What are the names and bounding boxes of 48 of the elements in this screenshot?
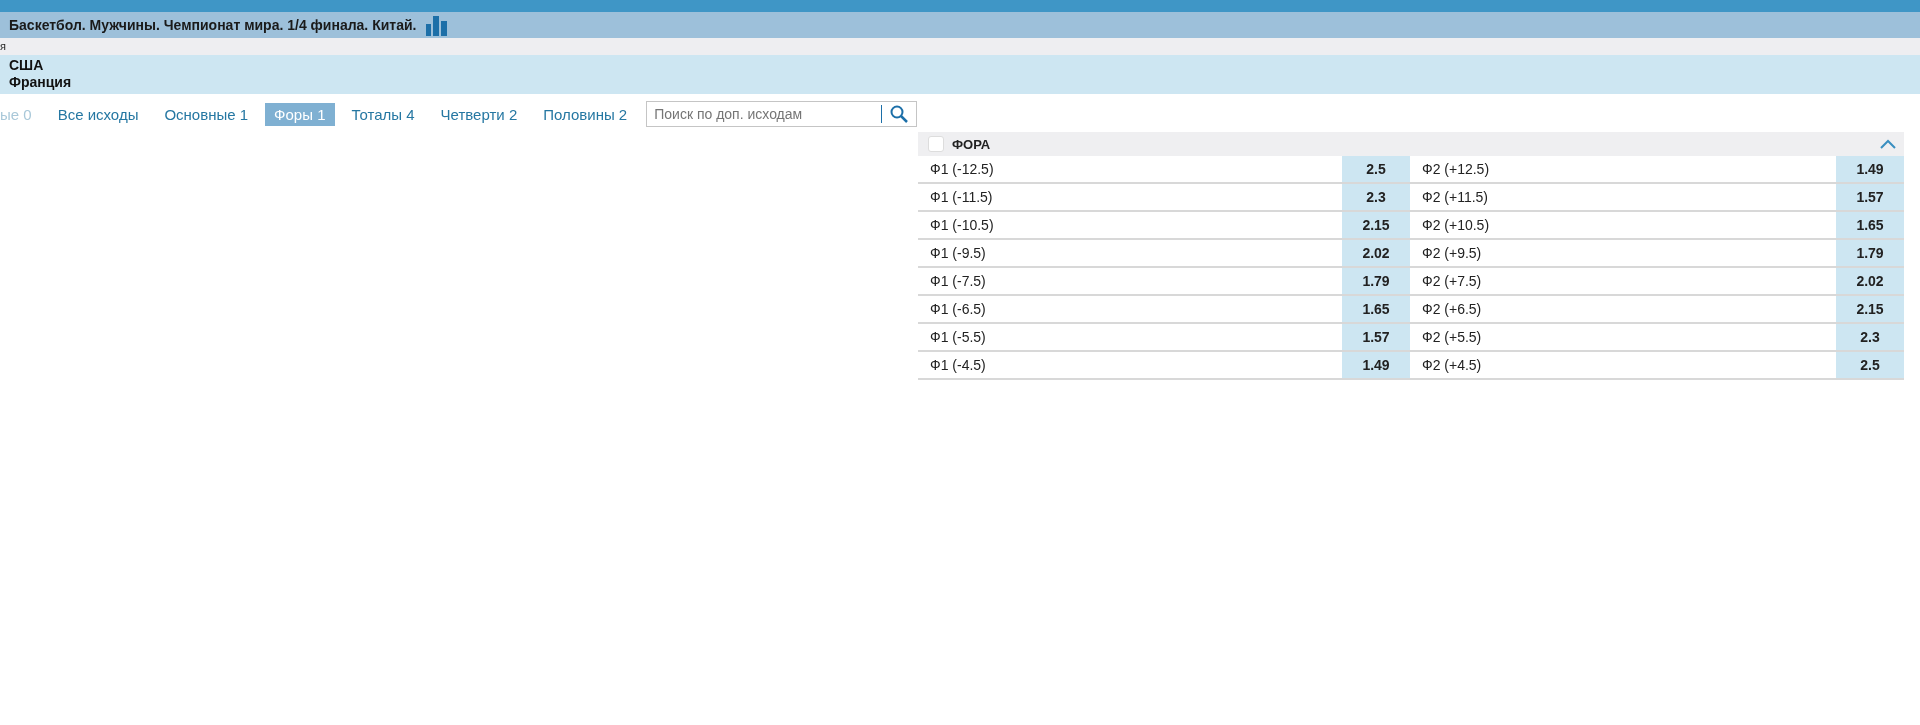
odds-cell[interactable]: 2.3 [1836,324,1904,350]
odds-cell[interactable]: 2.3 [1342,184,1410,210]
outcome-label: Ф2 (+10.5) [1421,216,1491,235]
outcome-label: Ф1 (-5.5) [929,328,987,347]
outcome-label: Ф1 (-6.5) [929,300,987,319]
search-icon[interactable] [890,105,909,123]
breadcrumb-fragment: я [0,41,6,52]
outcome-label: Ф1 (-11.5) [929,188,994,207]
odds-cell[interactable]: 1.79 [1342,268,1410,294]
chevron-icon[interactable] [1880,139,1896,149]
odds-cell[interactable]: 2.5 [1342,156,1410,182]
outcome-label: Ф2 (+11.5) [1421,188,1490,207]
outcome-label: Ф1 (-10.5) [929,216,995,235]
outcome-label: Ф2 (+9.5) [1421,244,1483,263]
outcome-label: Ф2 (+7.5) [1421,272,1483,291]
outcome-label: Ф1 (-7.5) [929,272,987,291]
team-name: Франция [9,74,73,91]
odds-cell[interactable]: 2.02 [1836,268,1904,294]
odds-cell[interactable]: 2.02 [1342,240,1410,266]
outcome-label: Ф2 (+12.5) [1421,160,1491,179]
market-tab[interactable]: Все исходы [48,102,148,126]
market-tab[interactable]: Половины 2 [534,102,637,126]
odds-cell[interactable]: 1.57 [1342,324,1410,350]
odds-cell[interactable]: 1.65 [1342,296,1410,322]
market-title: ФОРА [952,136,992,152]
odds-cell[interactable]: 1.49 [1836,156,1904,182]
odds-cell[interactable]: 1.65 [1836,212,1904,238]
market-tab[interactable]: Тоталы 4 [342,102,424,126]
outcome-label: Ф1 (-4.5) [929,356,987,375]
outcome-label: Ф2 (+4.5) [1421,356,1483,375]
market-header[interactable]: ФОРА [918,132,1904,156]
event-title: Баскетбол. Мужчины. Чемпионат мира. 1/4 финала. Китай. [9,17,417,33]
checkbox[interactable] [928,136,944,152]
odds-cell[interactable]: 1.57 [1836,184,1904,210]
outcome-label: Ф1 (-12.5) [929,160,995,179]
outcome-label: Ф1 (-9.5) [929,244,987,263]
market-tab[interactable]: Основные 1 [155,102,258,126]
outcome-label: Ф2 (+6.5) [1421,300,1483,319]
outcome-label: Ф2 (+5.5) [1421,328,1483,347]
team-name: США [9,57,45,74]
market-tab[interactable]: Четверти 2 [431,102,527,126]
bar-chart-icon[interactable] [426,14,449,36]
odds-cell[interactable]: 2.5 [1836,352,1904,378]
odds-cell[interactable]: 2.15 [1342,212,1410,238]
search-bar[interactable]: Поиск по доп. исходам [646,101,918,127]
odds-cell[interactable]: 2.15 [1836,296,1904,322]
odds-cell[interactable]: 1.79 [1836,240,1904,266]
odds-cell[interactable]: 1.49 [1342,352,1410,378]
